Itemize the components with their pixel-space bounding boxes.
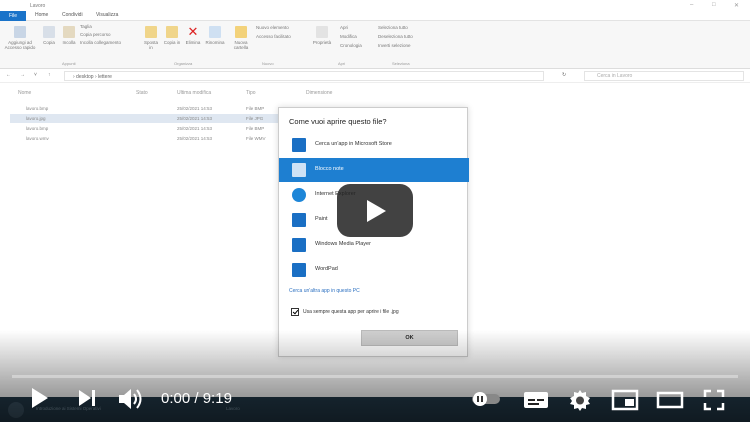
address-input[interactable]: › desktop › lettere: [64, 71, 544, 81]
cut-button[interactable]: Taglia: [80, 24, 92, 29]
file-row[interactable]: lavoro.bmp 25/02/2021 14:53 File BMP: [10, 104, 280, 113]
close-icon[interactable]: ✕: [734, 2, 739, 9]
copy-path-button[interactable]: Copia percorso: [80, 32, 111, 37]
file-row[interactable]: lavoro.bmp 25/02/2021 14:53 File BMP: [10, 124, 280, 133]
store-icon: [292, 138, 306, 152]
forward-icon[interactable]: →: [20, 72, 25, 78]
search-input[interactable]: Cerca in Lavoro: [584, 71, 744, 81]
copy-to-button[interactable]: Copia in: [163, 26, 181, 45]
select-none-button[interactable]: Deseleziona tutto: [378, 34, 413, 39]
notepad-icon: [292, 163, 306, 177]
settings-gear-icon[interactable]: [568, 388, 592, 412]
rename-button[interactable]: Rinomina: [205, 26, 225, 45]
invert-selection-button[interactable]: Inverti selezione: [378, 43, 411, 48]
paste-icon: [63, 26, 75, 38]
copy-to-icon: [166, 26, 178, 38]
new-folder-button[interactable]: Nuova cartella: [230, 26, 252, 50]
pin-quick-access-button[interactable]: Aggiungi ad Accesso rapido: [4, 26, 36, 50]
autoplay-toggle-icon[interactable]: [470, 391, 502, 407]
delete-icon: ✕: [187, 24, 199, 39]
paste-button[interactable]: Incolla: [60, 26, 78, 45]
new-item-button[interactable]: Nuovo elemento: [256, 25, 289, 30]
properties-icon: [316, 26, 328, 38]
pin-icon: [14, 26, 26, 38]
group-label-clipboard: Appunti: [62, 61, 76, 66]
move-to-button[interactable]: Sposta in: [142, 26, 160, 50]
always-use-label: Usa sempre questa app per aprire i file …: [303, 309, 399, 315]
column-type[interactable]: Tipo: [246, 90, 256, 96]
fullscreen-icon[interactable]: [703, 389, 725, 411]
address-bar: ← → ˅ ↑ › desktop › lettere ↻ Cerca in L…: [0, 69, 750, 83]
play-icon[interactable]: [28, 386, 50, 410]
progress-bar[interactable]: [12, 375, 738, 378]
big-play-button[interactable]: [337, 184, 413, 237]
file-row[interactable]: lavoro.wmv 25/02/2021 14:53 File WMV: [10, 134, 280, 143]
group-label-select: Seleziona: [392, 61, 410, 66]
up-icon[interactable]: ↑: [48, 72, 51, 78]
easy-access-button[interactable]: Accesso facilitato: [256, 34, 291, 39]
recent-icon[interactable]: ˅: [34, 72, 37, 78]
column-status[interactable]: Stato: [136, 90, 148, 96]
ribbon-tabs: File Home Condividi Visualizza: [0, 11, 750, 21]
file-row[interactable]: lavoro.jpg 25/02/2021 14:53 File JPG: [10, 114, 280, 123]
edit-button[interactable]: Modifica: [340, 34, 357, 39]
column-name[interactable]: Nome: [18, 90, 31, 96]
column-modified[interactable]: Ultima modifica: [177, 90, 211, 96]
folder-icon: [235, 26, 247, 38]
history-button[interactable]: Cronologia: [340, 43, 362, 48]
dialog-title: Come vuoi aprire questo file?: [289, 117, 387, 126]
address-path: › desktop › lettere: [73, 74, 112, 80]
copy-button[interactable]: Copia: [40, 26, 58, 45]
next-icon[interactable]: [77, 388, 99, 408]
rename-icon: [209, 26, 221, 38]
explorer-titlebar: Lavoro – □ ✕: [0, 0, 750, 11]
theater-mode-icon[interactable]: [656, 391, 684, 409]
volume-icon[interactable]: [117, 386, 145, 412]
move-to-icon: [145, 26, 157, 38]
column-headers: Nome Stato Ultima modifica Tipo Dimensio…: [0, 88, 370, 98]
subtitles-icon[interactable]: [523, 390, 549, 410]
paint-icon: [292, 213, 306, 227]
time-separator: /: [190, 390, 203, 407]
tab-share[interactable]: Condividi: [62, 12, 83, 18]
select-all-button[interactable]: Seleziona tutto: [378, 25, 408, 30]
media-player-icon: [292, 238, 306, 252]
paste-shortcut-button[interactable]: Incolla collegamento: [80, 40, 121, 45]
always-use-checkbox[interactable]: [291, 308, 299, 316]
option-wordpad[interactable]: WordPad: [279, 258, 469, 282]
window-title: Lavoro: [30, 3, 46, 9]
ribbon: Aggiungi ad Accesso rapido Copia Incolla…: [0, 21, 750, 69]
minimize-icon[interactable]: –: [690, 2, 693, 8]
time-total: 9:19: [202, 390, 232, 407]
back-icon[interactable]: ←: [6, 72, 11, 78]
tab-home[interactable]: Home: [35, 12, 48, 18]
option-notepad[interactable]: Blocco note: [279, 158, 469, 182]
delete-button[interactable]: ✕ Elimina: [184, 24, 202, 45]
time-current: 0:00: [161, 390, 191, 407]
wordpad-icon: [292, 263, 306, 277]
copy-icon: [43, 26, 55, 38]
open-button[interactable]: Apri: [340, 25, 348, 30]
group-label-new: Nuovo: [262, 61, 274, 66]
maximize-icon[interactable]: □: [712, 2, 716, 8]
group-label-organize: Organizza: [174, 61, 193, 66]
properties-button[interactable]: Proprietà: [310, 26, 334, 45]
video-frame[interactable]: Lavoro – □ ✕ File Home Condividi Visuali…: [0, 0, 750, 422]
column-size[interactable]: Dimensione: [306, 90, 332, 96]
internet-explorer-icon: [292, 188, 306, 202]
time-display: 0:00 / 9:19: [161, 390, 232, 407]
tab-file[interactable]: File: [0, 11, 26, 21]
tab-view[interactable]: Visualizza: [96, 12, 118, 18]
miniplayer-icon[interactable]: [611, 389, 639, 411]
more-apps-link[interactable]: Cerca un'altra app in questo PC: [289, 288, 360, 294]
refresh-icon[interactable]: ↻: [562, 72, 566, 78]
option-store[interactable]: Cerca un'app in Microsoft Store: [279, 133, 469, 157]
group-label-open: Apri: [338, 61, 346, 66]
